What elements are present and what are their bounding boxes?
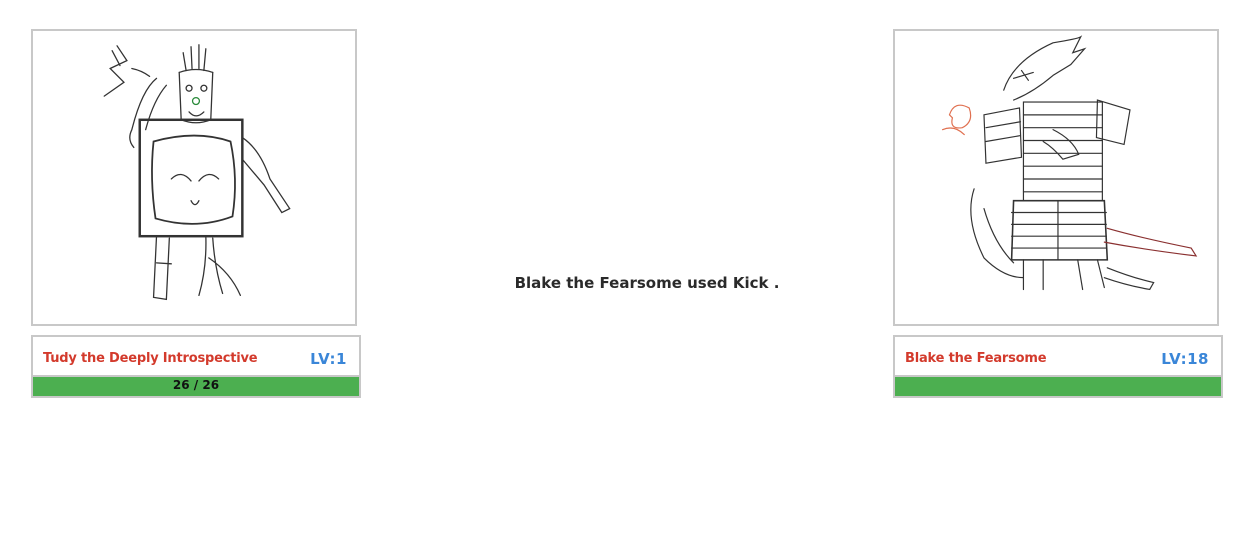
player-status-panel: Tudy the Deeply Introspective LV:1 26 / … — [31, 335, 361, 398]
enemy-hp-fill — [895, 377, 1221, 396]
player-hp-text: 26 / 26 — [172, 378, 220, 392]
enemy-level: LV:18 — [1161, 350, 1209, 368]
player-hp-bar: 26 / 26 — [33, 375, 359, 396]
enemy-name: Blake the Fearsome — [905, 351, 1047, 366]
enemy-status-panel: Blake the Fearsome LV:18 — [893, 335, 1223, 398]
player-portrait — [31, 29, 357, 326]
battle-message: Blake the Fearsome used Kick . — [514, 274, 780, 292]
tree-stump-creature-icon — [103, 44, 291, 301]
player-level: LV:1 — [310, 350, 347, 368]
enemy-hp-bar — [895, 375, 1221, 396]
player-name: Tudy the Deeply Introspective — [43, 351, 258, 366]
enemy-portrait — [893, 29, 1219, 326]
armored-lizard-creature-icon — [941, 35, 1198, 291]
